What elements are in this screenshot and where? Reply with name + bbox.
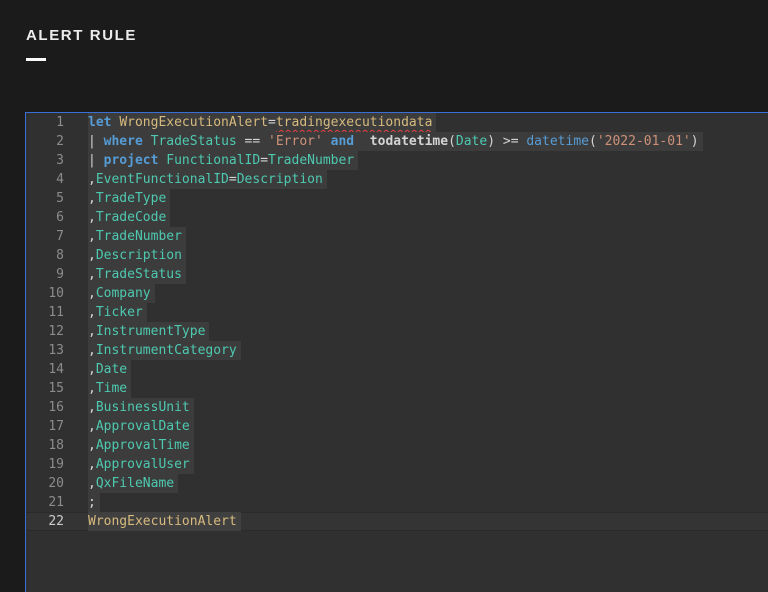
code-text: | where TradeStatus == 'Error' and todat… (88, 132, 703, 151)
code-line-1[interactable]: 1 let WrongExecutionAlert=tradingexecutio… (26, 113, 768, 132)
line-number: 13 (26, 341, 64, 360)
line-number: 5 (26, 189, 64, 208)
code-line-10[interactable]: 10 ,Company (26, 284, 768, 303)
code-text: ,Ticker (88, 303, 147, 322)
code-line-3[interactable]: 3 | project FunctionalID=TradeNumber (26, 151, 768, 170)
code-text: ,QxFileName (88, 474, 178, 493)
line-number: 4 (26, 170, 64, 189)
code-line-11[interactable]: 11 ,Ticker (26, 303, 768, 322)
code-line-5[interactable]: 5 ,TradeType (26, 189, 768, 208)
code-line-4[interactable]: 4 ,EventFunctionalID=Description (26, 170, 768, 189)
kql-query-editor[interactable]: 1 let WrongExecutionAlert=tradingexecutio… (25, 112, 768, 592)
title-underline (26, 58, 46, 61)
code-text: ,InstrumentCategory (88, 341, 241, 360)
line-number: 9 (26, 265, 64, 284)
code-lines: 1 let WrongExecutionAlert=tradingexecutio… (26, 113, 768, 531)
code-text: ,ApprovalTime (88, 436, 194, 455)
code-line-12[interactable]: 12 ,InstrumentType (26, 322, 768, 341)
line-number: 21 (26, 493, 64, 512)
line-number: 18 (26, 436, 64, 455)
line-number: 17 (26, 417, 64, 436)
code-line-19[interactable]: 19 ,ApprovalUser (26, 455, 768, 474)
code-line-6[interactable]: 6 ,TradeCode (26, 208, 768, 227)
code-line-15[interactable]: 15 ,Time (26, 379, 768, 398)
code-text: ,TradeType (88, 189, 170, 208)
code-text: ; (88, 493, 100, 512)
line-number: 12 (26, 322, 64, 341)
line-number: 1 (26, 113, 64, 132)
code-text: | project FunctionalID=TradeNumber (88, 151, 358, 170)
alert-rule-page: ALERT RULE 1 let WrongExecutionAlert=trad… (0, 0, 768, 592)
line-number: 7 (26, 227, 64, 246)
line-number: 8 (26, 246, 64, 265)
code-line-8[interactable]: 8 ,Description (26, 246, 768, 265)
code-text: ,BusinessUnit (88, 398, 194, 417)
line-number: 19 (26, 455, 64, 474)
code-line-2[interactable]: 2 | where TradeStatus == 'Error' and toda… (26, 132, 768, 151)
code-text: ,TradeCode (88, 208, 170, 227)
line-number: 20 (26, 474, 64, 493)
code-line-9[interactable]: 9 ,TradeStatus (26, 265, 768, 284)
code-line-7[interactable]: 7 ,TradeNumber (26, 227, 768, 246)
code-text: WrongExecutionAlert (88, 512, 241, 531)
code-line-18[interactable]: 18 ,ApprovalTime (26, 436, 768, 455)
line-number: 3 (26, 151, 64, 170)
code-line-17[interactable]: 17 ,ApprovalDate (26, 417, 768, 436)
code-text: ,Date (88, 360, 131, 379)
code-line-13[interactable]: 13 ,InstrumentCategory (26, 341, 768, 360)
page-header: ALERT RULE (26, 27, 137, 61)
code-text: ,Description (88, 246, 186, 265)
line-number: 2 (26, 132, 64, 151)
code-text: ,InstrumentType (88, 322, 209, 341)
code-text: ,ApprovalUser (88, 455, 194, 474)
line-number: 6 (26, 208, 64, 227)
error-squiggle-token: tradingexecutiondata (276, 115, 433, 130)
code-line-20[interactable]: 20 ,QxFileName (26, 474, 768, 493)
line-number: 15 (26, 379, 64, 398)
code-text: let WrongExecutionAlert=tradingexecution… (88, 113, 436, 132)
code-text: ,TradeNumber (88, 227, 186, 246)
line-number: 14 (26, 360, 64, 379)
code-line-14[interactable]: 14 ,Date (26, 360, 768, 379)
line-number: 22 (26, 512, 64, 531)
code-line-16[interactable]: 16 ,BusinessUnit (26, 398, 768, 417)
page-title: ALERT RULE (26, 27, 137, 44)
code-text: ,Time (88, 379, 131, 398)
line-number: 16 (26, 398, 64, 417)
code-line-21[interactable]: 21; (26, 493, 768, 512)
code-line-22[interactable]: 22 WrongExecutionAlert (26, 512, 768, 531)
code-text: ,EventFunctionalID=Description (88, 170, 327, 189)
code-text: ,TradeStatus (88, 265, 186, 284)
code-text: ,Company (88, 284, 155, 303)
line-number: 10 (26, 284, 64, 303)
line-number: 11 (26, 303, 64, 322)
code-text: ,ApprovalDate (88, 417, 194, 436)
